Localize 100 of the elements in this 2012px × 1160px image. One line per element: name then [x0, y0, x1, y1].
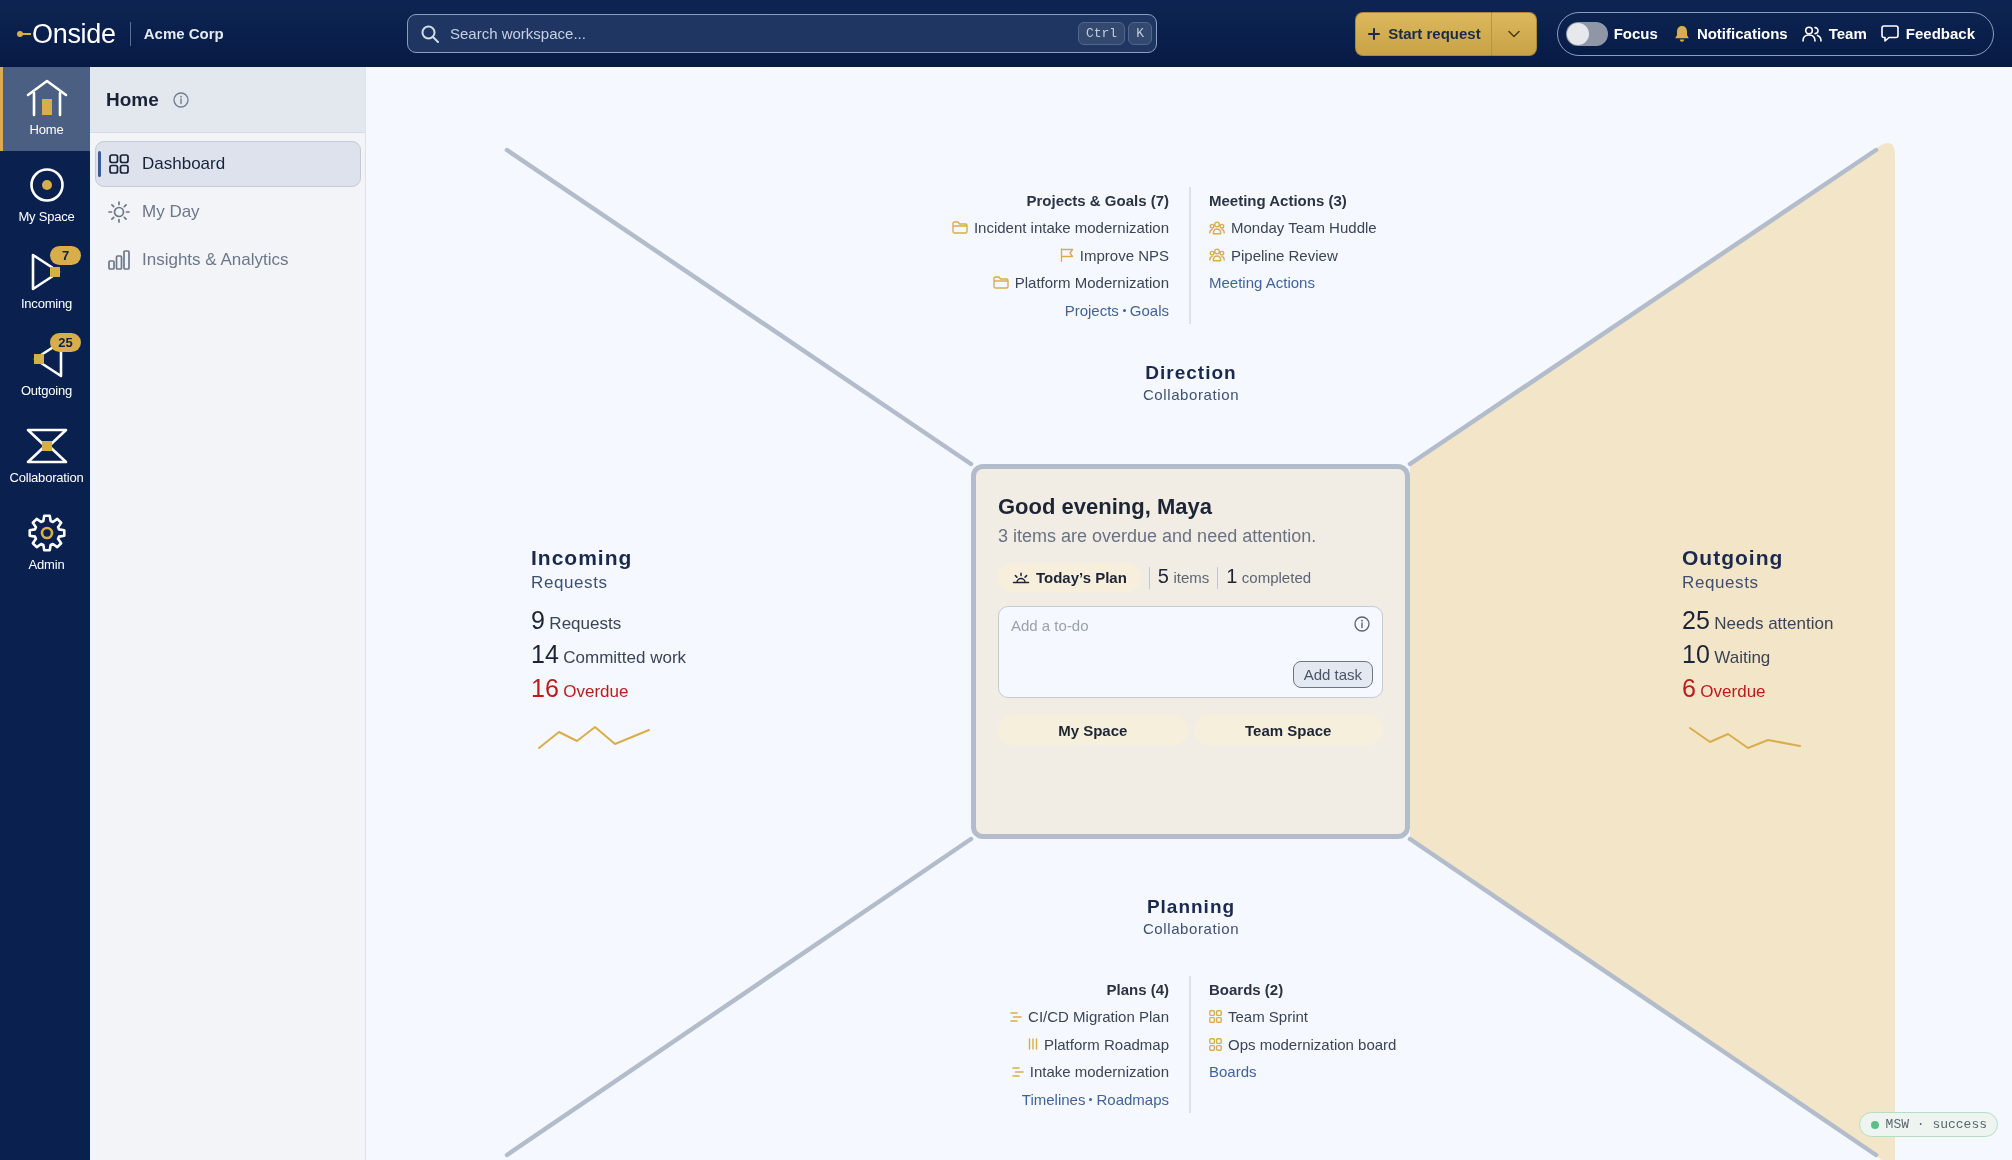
- item-link[interactable]: Platform Modernization: [992, 269, 1169, 297]
- item-link[interactable]: Improve NPS: [1059, 241, 1169, 269]
- section-title: Outgoing: [1682, 545, 1784, 571]
- nav-item[interactable]: Outgoing 25: [0, 328, 90, 412]
- group-heading: Projects & Goals (7): [1026, 191, 1169, 211]
- section-subtitle: Requests: [1682, 572, 1759, 594]
- nav-item[interactable]: Incoming 7: [0, 241, 90, 325]
- plan-count-number: 1: [1226, 567, 1238, 584]
- sidebar-item[interactable]: My Day: [95, 189, 361, 235]
- nav-item[interactable]: Home: [0, 67, 90, 151]
- stat-caption: Waiting: [1714, 649, 1771, 666]
- notifications-button[interactable]: Notifications: [1669, 24, 1792, 43]
- team-button[interactable]: Team: [1797, 25, 1871, 42]
- group-heading: Meeting Actions (3): [1209, 191, 1347, 211]
- bar-chart-icon: [108, 250, 130, 270]
- focus-toggle[interactable]: [1565, 21, 1608, 46]
- space-button[interactable]: Team Space: [1193, 715, 1383, 745]
- item-link[interactable]: Intake modernization: [1011, 1058, 1169, 1086]
- item-link[interactable]: CI/CD Migration Plan: [1010, 1003, 1169, 1031]
- folder-icon: [951, 221, 968, 235]
- people-icon: [1209, 248, 1225, 263]
- sun-icon: [108, 201, 130, 223]
- nav-item[interactable]: My Space: [0, 154, 90, 238]
- space-button[interactable]: My Space: [998, 715, 1188, 745]
- status-message: 3 items are overdue and need attention.: [998, 525, 1318, 548]
- plan-count-caption: completed: [1241, 569, 1312, 585]
- info-icon: [172, 91, 189, 108]
- section-title: Incoming: [531, 545, 633, 571]
- flag-icon: [1059, 248, 1074, 263]
- add-task-button[interactable]: Add task: [1292, 661, 1373, 688]
- plan-chip[interactable]: Today’s Plan: [998, 563, 1141, 592]
- caret-icon: [1507, 29, 1520, 38]
- folder-icon: [992, 276, 1009, 290]
- lines-icon: [1011, 1065, 1024, 1078]
- grid-icon: [109, 154, 129, 174]
- feedback-button[interactable]: Feedback: [1876, 25, 1979, 42]
- item-link[interactable]: Monday Team Huddle: [1209, 214, 1377, 242]
- greeting: Good evening, Maya: [998, 493, 1213, 521]
- item-link[interactable]: Platform Roadmap: [1027, 1030, 1169, 1058]
- section-subtitle: Collaboration: [1142, 385, 1240, 405]
- stat-count: 6: [1682, 679, 1696, 698]
- people-icon: [1209, 220, 1225, 235]
- stat-caption: Needs attention: [1714, 615, 1834, 632]
- sunrise-icon: [1012, 571, 1030, 584]
- nav-item[interactable]: Collaboration: [0, 415, 90, 499]
- info-icon: [1354, 616, 1370, 632]
- section-title: Direction: [1145, 361, 1237, 385]
- stat-caption: Committed work: [563, 649, 687, 666]
- group-heading: Boards (2): [1209, 980, 1284, 1000]
- target-icon: [28, 167, 65, 203]
- search-icon: [421, 25, 439, 43]
- vertical-lines-icon: [1027, 1038, 1038, 1051]
- lines-icon: [1010, 1010, 1023, 1023]
- stat-count: 10: [1682, 645, 1710, 664]
- item-link[interactable]: Team Sprint: [1209, 1003, 1309, 1031]
- bell-icon: [1673, 24, 1690, 43]
- shortcut-key: Ctrl: [1077, 22, 1126, 45]
- nav-item[interactable]: Admin: [0, 502, 90, 586]
- organization-name: Acme Corp: [143, 25, 224, 42]
- plus-icon: [1368, 27, 1381, 40]
- section-link[interactable]: Timelines: [1021, 1085, 1086, 1113]
- logo-mark-icon: [17, 29, 31, 38]
- status-dot-icon: [1870, 1120, 1879, 1129]
- people-icon: [1801, 25, 1822, 42]
- grid-icon: [1209, 1037, 1222, 1051]
- stat-caption: Overdue: [563, 683, 629, 700]
- sidebar-title: Home: [106, 88, 159, 111]
- logo: Onside: [32, 17, 116, 50]
- focus-label: Focus: [1613, 25, 1658, 42]
- item-link[interactable]: Ops modernization board: [1209, 1030, 1397, 1058]
- sidebar-item[interactable]: Insights & Analytics: [95, 237, 361, 283]
- section-link[interactable]: Meeting Actions: [1209, 269, 1315, 297]
- section-link[interactable]: Goals: [1129, 296, 1169, 324]
- section-link[interactable]: Roadmaps: [1096, 1085, 1169, 1113]
- home-icon: [24, 79, 69, 117]
- plan-count-number: 5: [1157, 567, 1169, 584]
- item-link[interactable]: Incident intake modernization: [951, 214, 1169, 242]
- shortcut-key: K: [1128, 22, 1152, 45]
- count-badge: 7: [50, 246, 81, 265]
- stat-caption: Requests: [549, 615, 622, 632]
- section-link[interactable]: Boards: [1209, 1058, 1257, 1086]
- settings-icon: [26, 513, 67, 553]
- status-text: MSW · success: [1885, 1117, 1987, 1132]
- dropdown-button[interactable]: [1490, 11, 1537, 56]
- sidebar-item[interactable]: Dashboard: [95, 141, 361, 187]
- stat-count: 14: [531, 645, 559, 664]
- grid-icon: [1209, 1010, 1222, 1024]
- stat-count: 16: [531, 679, 559, 698]
- section-link[interactable]: Projects: [1064, 296, 1119, 324]
- item-link[interactable]: Pipeline Review: [1209, 241, 1338, 269]
- plan-count-caption: items: [1173, 569, 1210, 585]
- group-heading: Plans (4): [1106, 980, 1169, 1000]
- stat-count: 9: [531, 611, 545, 630]
- section-title: Planning: [1146, 895, 1236, 919]
- start-request-button[interactable]: Start request: [1355, 11, 1491, 56]
- hourglass-icon: [24, 428, 69, 464]
- chat-icon: [1880, 25, 1899, 42]
- stat-caption: Overdue: [1700, 683, 1766, 700]
- stat-count: 25: [1682, 611, 1710, 630]
- count-badge: 25: [50, 333, 81, 352]
